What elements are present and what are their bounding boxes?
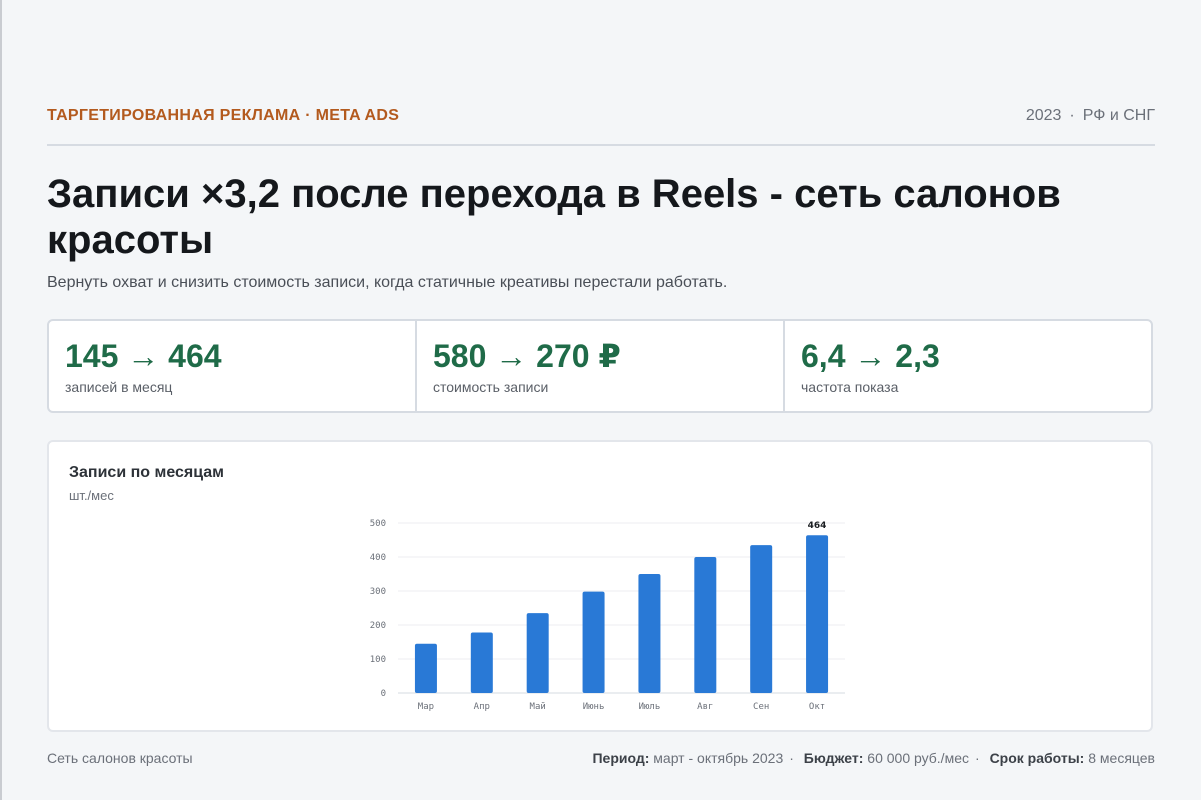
kpi-strip: 145 → 464 записей в месяц 580 → 270 ₽ ст… bbox=[47, 319, 1153, 413]
y-tick-label: 0 bbox=[381, 689, 386, 699]
duration-label: Срок работы: bbox=[989, 750, 1085, 766]
kpi-value: 145 → 464 bbox=[65, 338, 222, 374]
year-label: 2023 bbox=[1025, 107, 1062, 124]
x-tick-label: Июль bbox=[639, 702, 661, 712]
y-tick-label: 300 bbox=[370, 587, 386, 597]
x-tick-label: Окт bbox=[809, 702, 825, 712]
x-tick-label: Авг bbox=[697, 702, 713, 712]
bar bbox=[750, 545, 773, 693]
x-tick-label: Сен bbox=[753, 702, 769, 712]
x-tick-label: Июнь bbox=[583, 702, 605, 712]
bookings-bar-chart: 0 100 200 300 400 500 Мар Апр Май Июнь Июль Авг Сен О… bbox=[370, 519, 845, 712]
kpi-value: 580 → 270 ₽ bbox=[433, 338, 621, 374]
project-details: Период: март - октябрь 2023 · Бюджет: 60 … bbox=[592, 750, 1155, 766]
category-eyebrow: ТАРГЕТИРОВАННАЯ РЕКЛАМА · META ADS bbox=[47, 107, 400, 124]
kpi-card-bookings: 145 → 464 записей в месяц bbox=[49, 321, 417, 411]
footer-separator: · bbox=[975, 750, 980, 766]
client-name: Сеть салонов красоты bbox=[47, 750, 193, 766]
y-tick-label: 500 bbox=[370, 519, 386, 529]
window-left-border bbox=[0, 0, 2, 800]
chart-card: Записи по месяцам шт./мес 0 100 200 300 400 5… bbox=[47, 440, 1153, 732]
bar bbox=[638, 574, 661, 693]
kpi-card-frequency: 6,4 → 2,3 частота показа bbox=[785, 321, 1151, 411]
bar bbox=[470, 632, 493, 693]
duration-value: 8 месяцев bbox=[1088, 750, 1155, 766]
bar bbox=[526, 613, 549, 693]
region-label: РФ и СНГ bbox=[1082, 107, 1155, 124]
page-title: Записи ×3,2 после перехода в Reels - сет… bbox=[47, 172, 1061, 262]
x-tick-label: Май bbox=[530, 702, 546, 712]
period-label: Период: bbox=[592, 750, 650, 766]
case-study-page: ТАРГЕТИРОВАННАЯ РЕКЛАМА · META ADS 2023 ·… bbox=[47, 0, 1155, 800]
x-tick-label: Мар bbox=[418, 702, 434, 712]
meta-separator: · bbox=[1069, 107, 1075, 124]
x-tick-label: Апр bbox=[474, 702, 490, 712]
y-tick-label: 200 bbox=[370, 621, 386, 631]
y-tick-label: 100 bbox=[370, 655, 386, 665]
kpi-card-cost: 580 → 270 ₽ стоимость записи bbox=[417, 321, 785, 411]
footer-separator: · bbox=[789, 750, 794, 766]
kpi-label: частота показа bbox=[801, 379, 899, 395]
bar bbox=[414, 643, 437, 693]
kpi-label: записей в месяц bbox=[65, 379, 173, 395]
period-value: март - октябрь 2023 bbox=[653, 750, 784, 766]
data-label: 464 bbox=[808, 521, 827, 531]
page-subtitle: Вернуть охват и снизить стоимость записи… bbox=[47, 274, 728, 291]
header-meta: 2023 · РФ и СНГ bbox=[1026, 107, 1155, 125]
kpi-value: 6,4 → 2,3 bbox=[801, 338, 940, 374]
budget-label: Бюджет: bbox=[803, 750, 864, 766]
kpi-label: стоимость записи bbox=[433, 379, 549, 395]
top-bar: ТАРГЕТИРОВАННАЯ РЕКЛАМА · META ADS 2023 ·… bbox=[47, 104, 1155, 146]
bar bbox=[582, 591, 605, 693]
bar bbox=[694, 557, 717, 693]
bar bbox=[806, 535, 829, 693]
y-tick-label: 400 bbox=[370, 553, 386, 563]
budget-value: 60 000 руб./мес bbox=[867, 750, 969, 766]
